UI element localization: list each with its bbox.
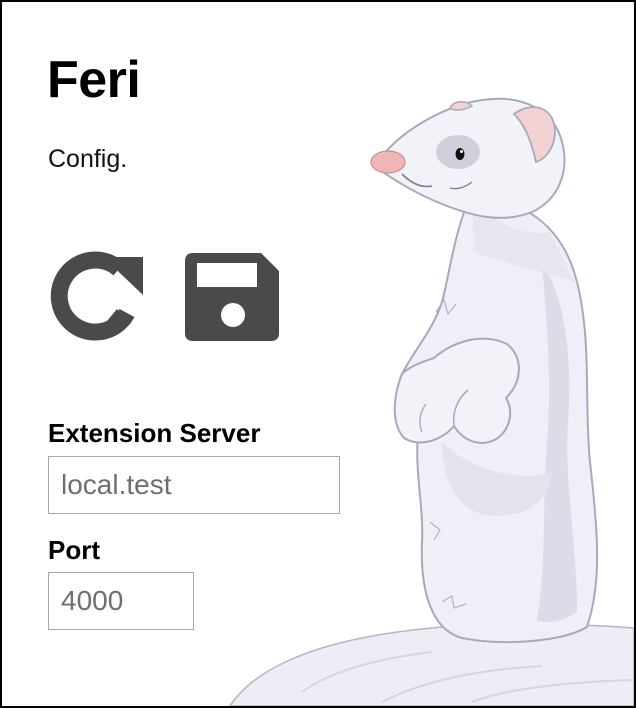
port-input[interactable] xyxy=(48,572,194,630)
ferret-nose xyxy=(370,150,406,174)
page-subtitle: Config. xyxy=(48,145,128,173)
server-label: Extension Server xyxy=(48,418,261,448)
reload-icon xyxy=(50,251,143,341)
app-title: Feri xyxy=(47,51,141,109)
port-label: Port xyxy=(48,535,100,565)
save-button[interactable] xyxy=(183,245,283,345)
config-window: Feri Config. Extension Server Port xyxy=(0,0,636,708)
reload-button[interactable] xyxy=(47,245,147,345)
floppy-disk-icon xyxy=(185,253,279,341)
ferret-eye xyxy=(455,148,465,160)
ferret-tail xyxy=(229,623,634,706)
server-input[interactable] xyxy=(48,456,340,514)
